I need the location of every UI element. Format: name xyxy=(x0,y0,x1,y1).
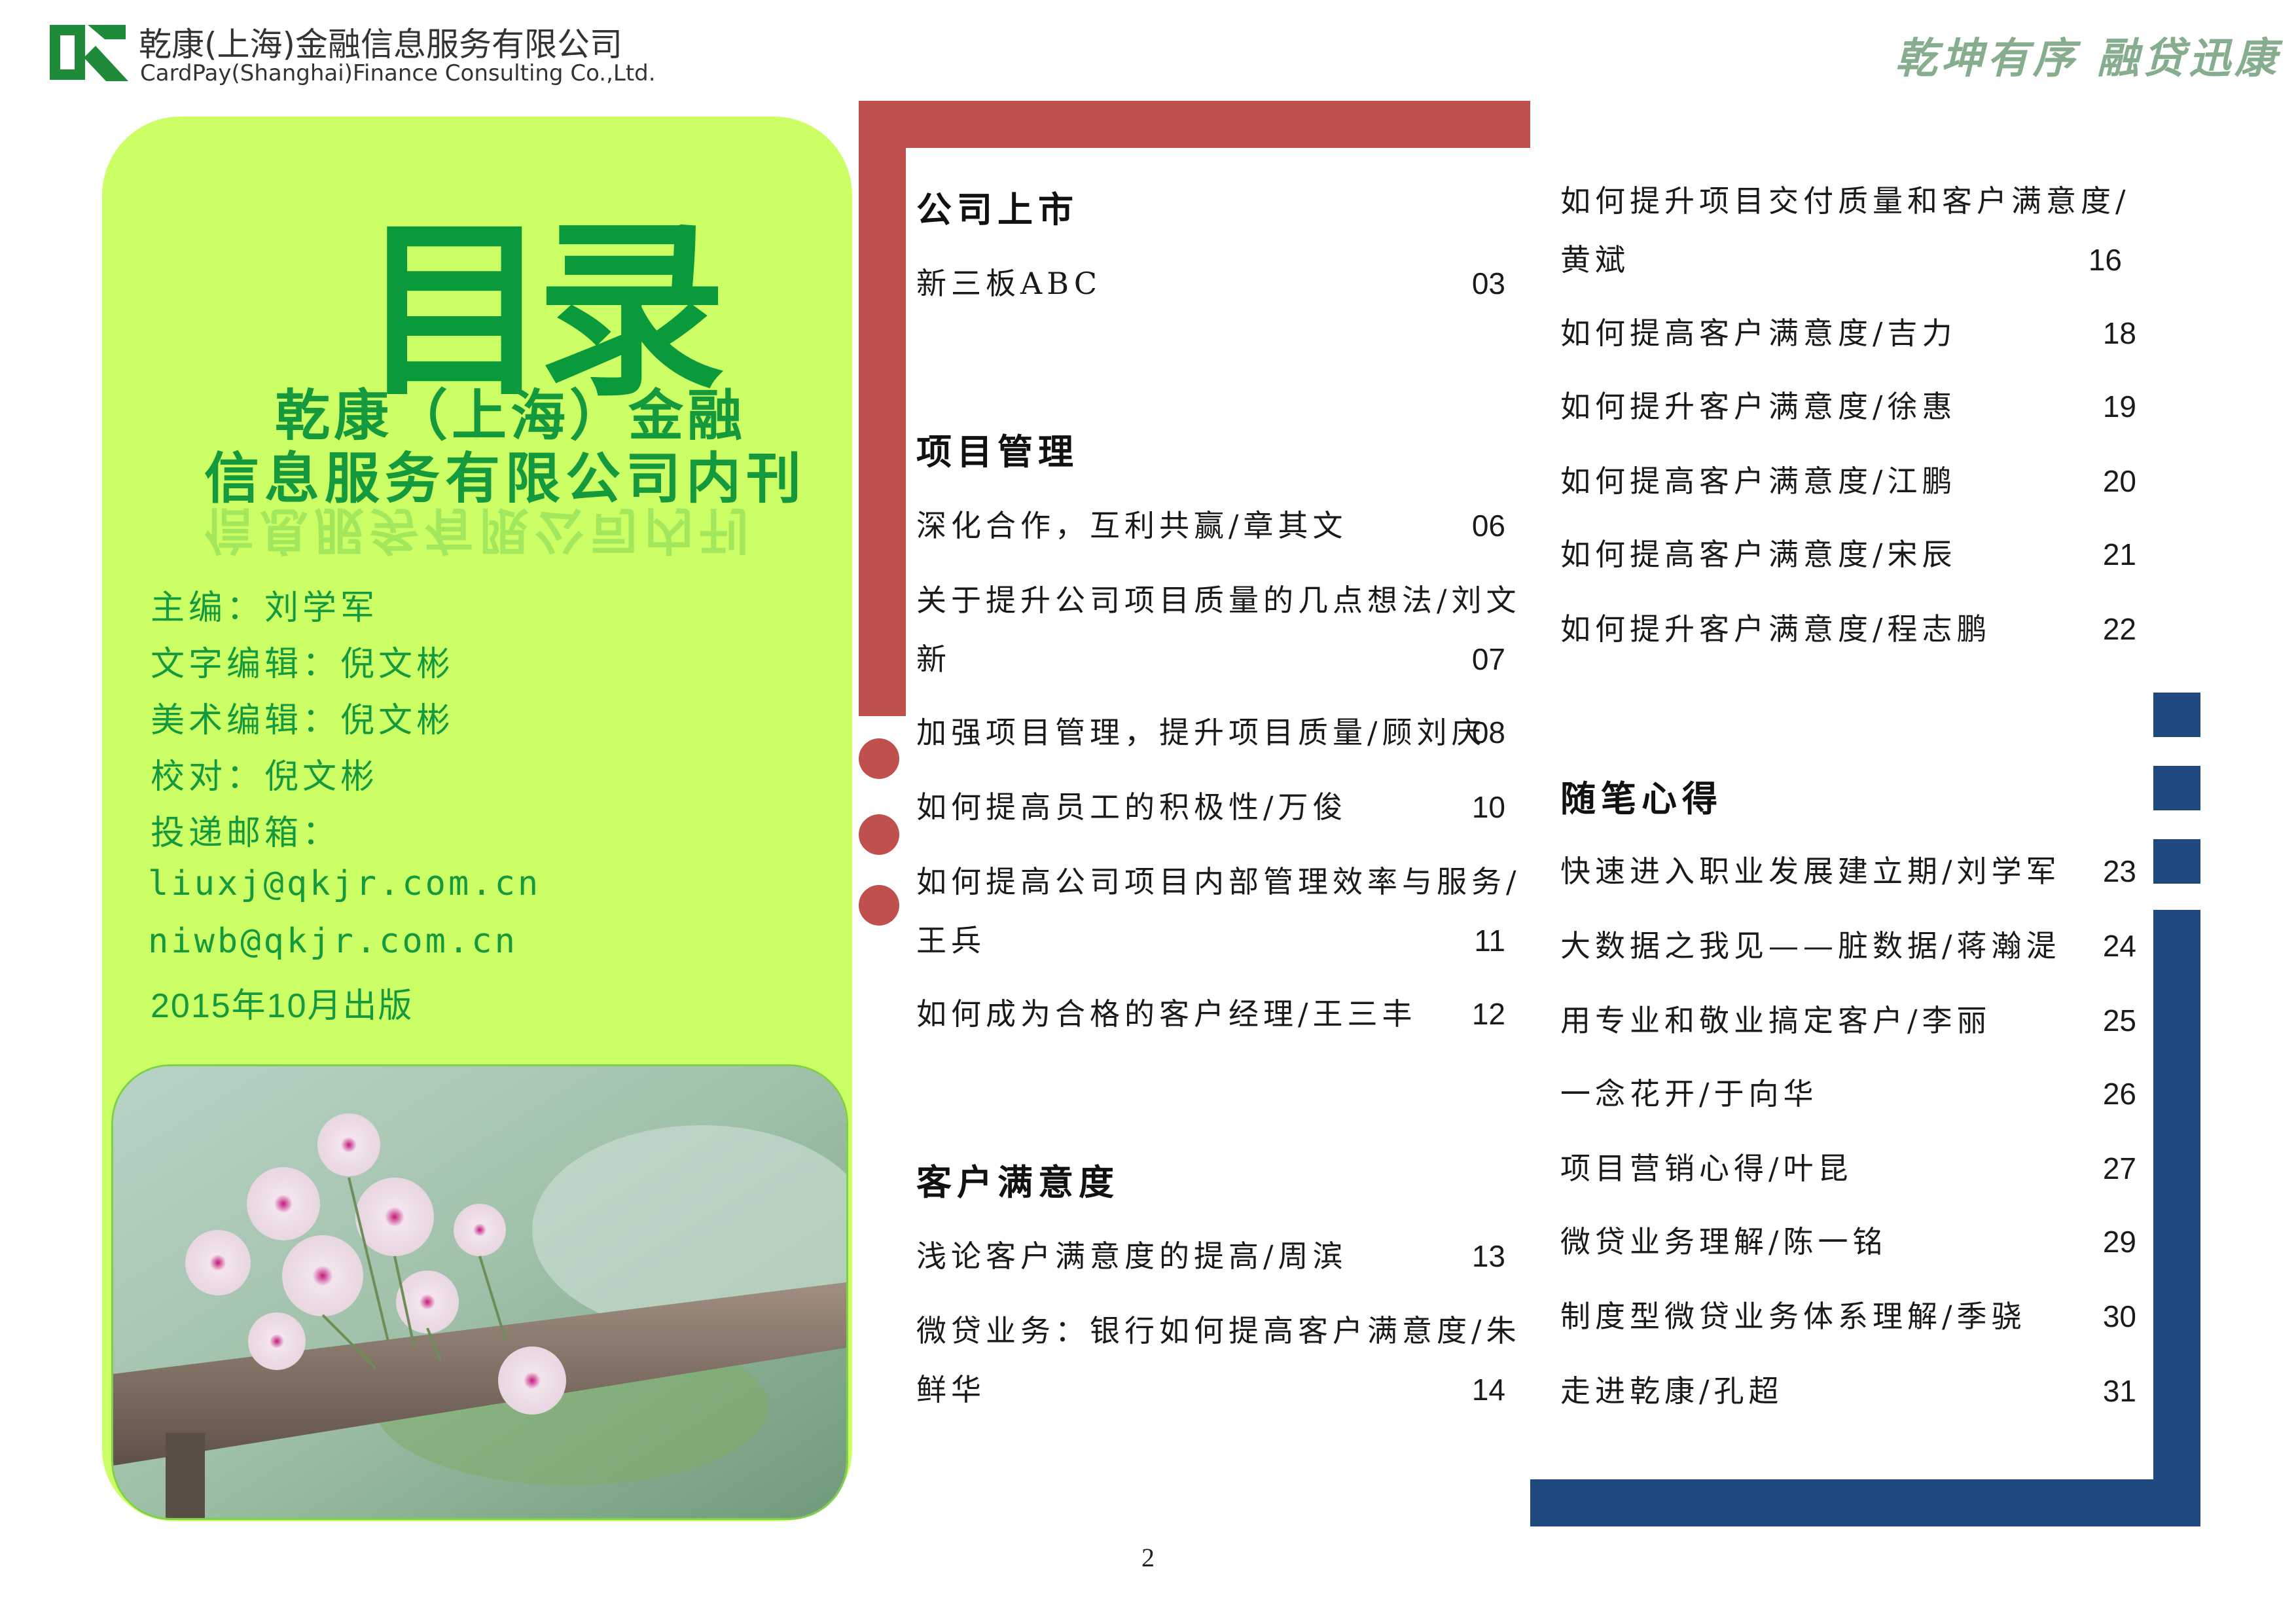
toc-entry-title: 如何提升客户满意度/徐惠 xyxy=(1560,389,1957,424)
toc-entry-page: 07 xyxy=(1471,642,1505,676)
toc-entry-title: 如何提升客户满意度/程志鹏 xyxy=(1560,611,1992,647)
credit-email-2: niwb@qkjr.com.cn xyxy=(148,922,518,961)
section-title: 公司上市 xyxy=(916,189,1079,230)
toc-entry[interactable]: 加强项目管理，提升项目质量/顾刘庆 08 xyxy=(916,703,1505,762)
credit-email-1: liuxj@qkjr.com.cn xyxy=(148,864,541,903)
toc-entry-page: 06 xyxy=(1471,509,1505,543)
toc-entry-title: 新三板ABC xyxy=(916,266,1102,301)
toc-entry-page: 11 xyxy=(1474,924,1505,958)
blue-square xyxy=(2153,839,2200,884)
toc-entry-title: 快速进入职业发展建立期/刘学军 xyxy=(1560,854,2061,889)
section-title: 项目管理 xyxy=(916,431,1079,473)
toc-entry-page: 03 xyxy=(1471,266,1505,300)
toc-entry[interactable]: 如何成为合格的客户经理/王三丰 12 xyxy=(916,984,1505,1043)
toc-entry[interactable]: 大数据之我见——脏数据/蒋瀚湜 24 xyxy=(1560,916,2136,975)
toc-entry[interactable]: 如何提高公司项目内部管理效率与服务/王兵 11 xyxy=(916,852,1532,970)
toc-entry-page: 29 xyxy=(2102,1225,2136,1259)
credit-text-editor: 文字编辑：倪文彬 xyxy=(151,645,455,684)
toc-entry[interactable]: 如何提高员工的积极性/万俊 10 xyxy=(916,778,1505,837)
publish-date: 2015年10月出版 xyxy=(151,987,414,1025)
toc-entry[interactable]: 微贷业务：银行如何提高客户满意度/朱鲜华 14 xyxy=(916,1301,1532,1419)
toc-entry-page: 22 xyxy=(2102,612,2136,646)
toc-entry[interactable]: 如何提高客户满意度/江鹏 20 xyxy=(1560,452,2136,511)
toc-entry-page: 13 xyxy=(1471,1239,1505,1273)
title-reflection-text: 信息服务有限公司内刊 xyxy=(204,501,754,560)
section-title: 客户满意度 xyxy=(916,1162,1119,1203)
toc-entry[interactable]: 用专业和敬业搞定客户/李丽 25 xyxy=(1560,991,2136,1050)
credit-mailbox-label: 投递邮箱： xyxy=(151,814,341,853)
red-dot xyxy=(859,885,899,926)
toc-entry[interactable]: 浅论客户满意度的提高/周滨 13 xyxy=(916,1227,1505,1286)
toc-entry-page: 20 xyxy=(2102,464,2136,498)
toc-entry[interactable]: 关于提升公司项目质量的几点想法/刘文新 07 xyxy=(916,571,1532,689)
blue-accent-bar-side xyxy=(2153,910,2200,1526)
toc-entry[interactable]: 如何提升项目交付质量和客户满意度/黄斌 16 xyxy=(1560,171,2156,289)
company-name-cn: 乾康(上海)金融信息服务有限公司 xyxy=(139,26,623,63)
toc-entry-title: 项目营销心得/叶昆 xyxy=(1560,1151,1853,1186)
toc-entry-title: 浅论客户满意度的提高/周滨 xyxy=(916,1238,1348,1274)
credit-art-editor: 美术编辑：倪文彬 xyxy=(151,701,455,740)
toc-entry[interactable]: 制度型微贷业务体系理解/季骁 30 xyxy=(1560,1287,2136,1346)
toc-entry-title: 用专业和敬业搞定客户/李丽 xyxy=(1560,1003,1992,1038)
toc-entry[interactable]: 微贷业务理解/陈一铭 29 xyxy=(1560,1212,2136,1271)
section-title: 随笔心得 xyxy=(1560,778,1723,820)
toc-entry[interactable]: 新三板ABC 03 xyxy=(916,254,1505,313)
company-logo-icon xyxy=(50,25,128,81)
toc-entry-page: 21 xyxy=(2102,537,2136,571)
credit-editor: 主编：刘学军 xyxy=(151,588,379,628)
toc-entry-title: 走进乾康/孔超 xyxy=(1560,1373,1784,1409)
toc-entry-title: 如何提高客户满意度/江鹏 xyxy=(1560,463,1957,499)
toc-entry-title: 如何提高客户满意度/吉力 xyxy=(1560,316,1957,351)
blue-accent-bar-bottom xyxy=(1530,1479,2200,1526)
toc-entry-title: 如何成为合格的客户经理/王三丰 xyxy=(916,996,1417,1032)
toc-entry-page: 23 xyxy=(2102,854,2136,888)
toc-entry-title: 关于提升公司项目质量的几点想法/刘文新 xyxy=(916,583,1521,677)
toc-entry-page: 08 xyxy=(1471,715,1505,749)
toc-entry[interactable]: 如何提升客户满意度/徐惠 19 xyxy=(1560,377,2136,436)
toc-entry-title: 如何提升项目交付质量和客户满意度/黄斌 xyxy=(1560,183,2130,278)
toc-entry-page: 12 xyxy=(1471,997,1505,1031)
toc-entry-page: 26 xyxy=(2102,1077,2136,1111)
toc-entry-title: 如何提高员工的积极性/万俊 xyxy=(916,789,1348,825)
toc-entry-title: 如何提高客户满意度/宋辰 xyxy=(1560,537,1957,572)
toc-entry[interactable]: 快速进入职业发展建立期/刘学军 23 xyxy=(1560,842,2136,901)
red-dot xyxy=(859,738,899,779)
red-accent-bar-side xyxy=(859,101,906,716)
toc-entry-page: 24 xyxy=(2102,929,2136,963)
toc-entry-title: 深化合作，互利共赢/章其文 xyxy=(916,508,1348,543)
toc-entry[interactable]: 项目营销心得/叶昆 27 xyxy=(1560,1139,2136,1198)
credit-proofreader: 校对：倪文彬 xyxy=(151,757,379,797)
blue-square xyxy=(2153,693,2200,737)
page-number: 2 xyxy=(1141,1543,1155,1572)
toc-entry[interactable]: 如何提高客户满意度/吉力 18 xyxy=(1560,304,2136,363)
slogan: 乾坤有序 融贷迅康 xyxy=(1895,34,2280,83)
toc-entry-page: 19 xyxy=(2102,389,2136,424)
toc-entry-title: 微贷业务：银行如何提高客户满意度/朱鲜华 xyxy=(916,1313,1521,1407)
flower-photo xyxy=(111,1064,848,1520)
toc-entry-page: 18 xyxy=(2102,316,2136,350)
toc-entry[interactable]: 深化合作，互利共赢/章其文 06 xyxy=(916,496,1505,555)
toc-entry[interactable]: 走进乾康/孔超 31 xyxy=(1560,1362,2136,1420)
toc-entry-title: 加强项目管理，提升项目质量/顾刘庆 xyxy=(916,715,1486,750)
toc-entry-title: 微贷业务理解/陈一铭 xyxy=(1560,1224,1888,1259)
toc-entry-page: 14 xyxy=(1471,1373,1505,1407)
toc-entry-page: 10 xyxy=(1471,790,1505,824)
toc-entry[interactable]: 如何提高客户满意度/宋辰 21 xyxy=(1560,525,2136,584)
toc-entry-page: 30 xyxy=(2102,1299,2136,1333)
red-dot xyxy=(859,814,899,855)
toc-entry[interactable]: 一念花开/于向华 26 xyxy=(1560,1064,2136,1123)
company-name-en: CardPay(Shanghai)Finance Consulting Co.,… xyxy=(140,60,656,86)
toc-entry-page: 27 xyxy=(2102,1151,2136,1185)
toc-entry-title: 制度型微贷业务体系理解/季骁 xyxy=(1560,1299,2026,1334)
toc-entry-page: 25 xyxy=(2102,1003,2136,1038)
toc-entry-title: 一念花开/于向华 xyxy=(1560,1076,1818,1111)
red-accent-bar-top xyxy=(859,101,1530,148)
toc-entry[interactable]: 如何提升客户满意度/程志鹏 22 xyxy=(1560,600,2136,659)
toc-entry-page: 31 xyxy=(2102,1374,2136,1408)
toc-entry-title: 大数据之我见——脏数据/蒋瀚湜 xyxy=(1560,928,2061,964)
blue-square xyxy=(2153,766,2200,810)
toc-entry-page: 16 xyxy=(2088,243,2122,277)
toc-entry-title: 如何提高公司项目内部管理效率与服务/王兵 xyxy=(916,864,1521,958)
